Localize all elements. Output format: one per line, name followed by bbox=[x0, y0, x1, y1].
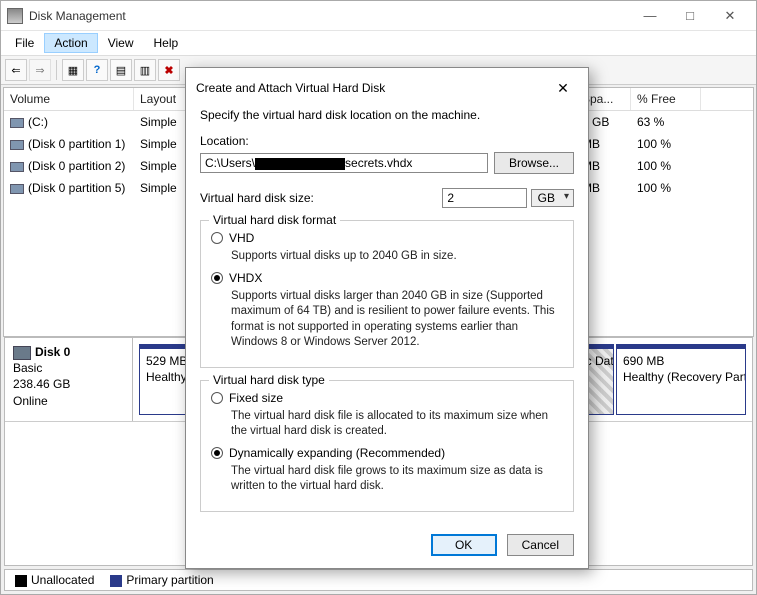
location-label: Location: bbox=[200, 134, 574, 148]
legend-primary: Primary partition bbox=[110, 573, 213, 587]
volume-name: (Disk 0 partition 2) bbox=[28, 159, 125, 173]
disk-icon bbox=[13, 346, 31, 360]
ok-button[interactable]: OK bbox=[431, 534, 497, 556]
minimize-button[interactable]: — bbox=[630, 2, 670, 30]
volume-free: 63 % bbox=[631, 113, 701, 131]
cancel-button[interactable]: Cancel bbox=[507, 534, 574, 556]
volume-free: 100 % bbox=[631, 157, 701, 175]
swatch-blue bbox=[110, 575, 122, 587]
radio-icon bbox=[211, 272, 223, 284]
partition[interactable]: 690 MB Healthy (Recovery Partit bbox=[616, 344, 746, 415]
radio-icon bbox=[211, 447, 223, 459]
type-group-label: Virtual hard disk type bbox=[209, 373, 329, 387]
separator bbox=[56, 60, 57, 80]
disk-type: Basic bbox=[13, 361, 42, 375]
volume-icon bbox=[10, 140, 24, 150]
menu-action[interactable]: Action bbox=[44, 33, 97, 53]
format-group-label: Virtual hard disk format bbox=[209, 213, 340, 227]
type-group: Virtual hard disk type Fixed size The vi… bbox=[200, 380, 574, 512]
app-icon bbox=[7, 8, 23, 24]
vhdx-desc: Supports virtual disks larger than 2040 … bbox=[231, 289, 563, 351]
volume-name: (Disk 0 partition 5) bbox=[28, 181, 125, 195]
dialog-footer: OK Cancel bbox=[186, 524, 588, 568]
disk-status: Online bbox=[13, 394, 48, 408]
disk-info: Disk 0 Basic 238.46 GB Online bbox=[5, 338, 133, 421]
radio-vhdx[interactable]: VHDX bbox=[211, 271, 563, 285]
radio-icon bbox=[211, 392, 223, 404]
browse-button[interactable]: Browse... bbox=[494, 152, 574, 174]
col-volume[interactable]: Volume bbox=[4, 88, 134, 110]
part-status: Healthy (Recovery Partit bbox=[623, 369, 739, 385]
fixed-desc: The virtual hard disk file is allocated … bbox=[231, 409, 563, 440]
list-button[interactable]: ▥ bbox=[134, 59, 156, 81]
refresh-button[interactable]: ✖ bbox=[158, 59, 180, 81]
swatch-black bbox=[15, 575, 27, 587]
col-free[interactable]: % Free bbox=[631, 88, 701, 110]
vhd-desc: Supports virtual disks up to 2040 GB in … bbox=[231, 249, 563, 265]
menu-view[interactable]: View bbox=[98, 33, 144, 53]
menubar: File Action View Help bbox=[1, 31, 756, 56]
titlebar: Disk Management — □ ✕ bbox=[1, 1, 756, 31]
dialog-titlebar[interactable]: Create and Attach Virtual Hard Disk ✕ bbox=[186, 68, 588, 108]
radio-vhd[interactable]: VHD bbox=[211, 231, 563, 245]
format-group: Virtual hard disk format VHD Supports vi… bbox=[200, 220, 574, 368]
volume-icon bbox=[10, 118, 24, 128]
maximize-button[interactable]: □ bbox=[670, 2, 710, 30]
help-button[interactable]: ? bbox=[86, 59, 108, 81]
volume-icon bbox=[10, 184, 24, 194]
menu-help[interactable]: Help bbox=[144, 33, 189, 53]
dialog-title: Create and Attach Virtual Hard Disk bbox=[196, 81, 548, 95]
location-input[interactable]: C:\Users\secrets.vhdx bbox=[200, 153, 488, 173]
size-input[interactable] bbox=[442, 188, 527, 208]
back-button[interactable]: ⇐ bbox=[5, 59, 27, 81]
volume-icon bbox=[10, 162, 24, 172]
radio-fixed[interactable]: Fixed size bbox=[211, 391, 563, 405]
create-vhd-dialog: Create and Attach Virtual Hard Disk ✕ Sp… bbox=[185, 67, 589, 569]
radio-dynamic[interactable]: Dynamically expanding (Recommended) bbox=[211, 446, 563, 460]
disk-label: Disk 0 bbox=[35, 345, 70, 359]
detail-button[interactable]: ▤ bbox=[110, 59, 132, 81]
redacted-text bbox=[255, 158, 345, 170]
properties-button[interactable]: ▦ bbox=[62, 59, 84, 81]
radio-icon bbox=[211, 232, 223, 244]
dialog-close-button[interactable]: ✕ bbox=[548, 76, 578, 100]
part-size: 690 MB bbox=[623, 353, 739, 369]
window-title: Disk Management bbox=[29, 9, 630, 23]
legend: Unallocated Primary partition bbox=[4, 569, 753, 591]
volume-name: (C:) bbox=[28, 115, 48, 129]
legend-unallocated: Unallocated bbox=[15, 573, 94, 587]
disk-size: 238.46 GB bbox=[13, 377, 70, 391]
menu-file[interactable]: File bbox=[5, 33, 44, 53]
volume-name: (Disk 0 partition 1) bbox=[28, 137, 125, 151]
volume-free: 100 % bbox=[631, 135, 701, 153]
dynamic-desc: The virtual hard disk file grows to its … bbox=[231, 464, 563, 495]
size-label: Virtual hard disk size: bbox=[200, 191, 314, 205]
forward-button[interactable]: ⇒ bbox=[29, 59, 51, 81]
dialog-description: Specify the virtual hard disk location o… bbox=[200, 108, 574, 122]
size-unit-select[interactable]: GB bbox=[531, 189, 574, 207]
volume-free: 100 % bbox=[631, 179, 701, 197]
close-button[interactable]: ✕ bbox=[710, 2, 750, 30]
